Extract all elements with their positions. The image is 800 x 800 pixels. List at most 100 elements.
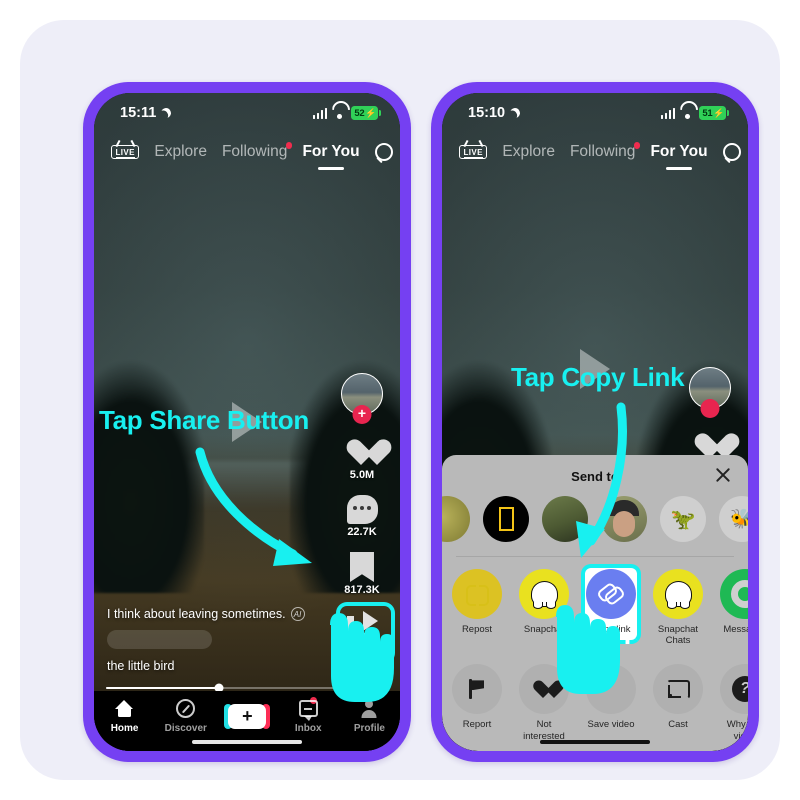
status-time-2: 15:10 (468, 105, 506, 121)
bookmark-icon (349, 552, 374, 582)
comment-button[interactable]: 22.7K (346, 495, 378, 538)
bookmark-count: 817.3K (344, 584, 380, 596)
share-arrow-icon (345, 610, 379, 640)
share-actions-row-1: Repost Snapchat Copy link Snapchat Chats (442, 557, 748, 652)
tree-left (94, 290, 205, 594)
action-repost[interactable]: Repost (450, 569, 504, 646)
live-button[interactable]: LIVE (111, 145, 140, 159)
music-title[interactable]: the little bird (107, 659, 326, 673)
action-save-video[interactable]: Save video (584, 664, 638, 741)
like-count: 5.0M (349, 469, 375, 481)
tab-explore-label-2: Explore (502, 143, 555, 160)
annotation-tap-copy: Tap Copy Link (511, 362, 685, 392)
action-not-interested-label: Not interested (523, 719, 565, 742)
tab-following-label: Following (221, 143, 288, 160)
nav-inbox[interactable]: Inbox (278, 696, 339, 734)
share-button[interactable]: 187.2K (336, 602, 396, 664)
snapchat-ghost-icon (519, 569, 569, 619)
top-nav-2: LIVE Explore Following For You (442, 135, 748, 169)
tab-for-you[interactable]: For You (302, 143, 359, 161)
video-progress-bar[interactable] (106, 683, 388, 693)
nav-profile[interactable]: Profile (339, 699, 400, 734)
messages-ring-icon (720, 569, 748, 619)
contact-avatar-person[interactable] (601, 496, 647, 542)
nav-create[interactable]: + (216, 703, 277, 729)
nav-home[interactable]: Home (94, 699, 155, 734)
search-icon-2[interactable] (722, 142, 743, 162)
compass-icon (176, 699, 196, 719)
action-messages[interactable]: Messages (718, 569, 748, 646)
contact-avatar-dinosaur[interactable]: 🦖 (660, 496, 706, 542)
live-label: LIVE (115, 147, 135, 158)
sheet-title: Send to (571, 469, 619, 484)
inbox-icon (298, 699, 318, 721)
action-report-label: Report (462, 719, 492, 731)
action-why-this-video[interactable]: ? Why this video (718, 664, 748, 742)
tab-following[interactable]: Following (221, 142, 293, 161)
action-cast-label: Cast (668, 719, 688, 731)
create-plus-icon: + (224, 703, 270, 729)
action-snapchat-chats[interactable]: Snapchat Chats (651, 569, 705, 646)
phone-right-screen: 15:10 51 ⚡ LIVE Explore Following For You (442, 93, 748, 751)
action-report[interactable]: Report (450, 664, 504, 741)
link-icon (586, 569, 636, 619)
tab-explore[interactable]: Explore (154, 143, 207, 161)
close-icon[interactable] (714, 466, 732, 484)
nav-inbox-label: Inbox (294, 722, 322, 734)
action-snapchat-label: Snapchat (523, 624, 565, 635)
live-button-2[interactable]: LIVE (459, 145, 488, 159)
like-button[interactable]: 5.0M (346, 437, 378, 481)
action-why-this-video-label: Why this video (726, 719, 748, 742)
contact-avatar-bee[interactable]: 🐝 (719, 496, 748, 542)
tab-explore-2[interactable]: Explore (502, 143, 555, 161)
caption-pill-placeholder (107, 630, 212, 649)
nav-profile-label: Profile (353, 722, 385, 734)
author-avatar-wrap[interactable]: + (341, 373, 383, 424)
heart-icon (346, 437, 378, 467)
caption-area: I think about leaving sometimes. AI the … (107, 607, 326, 673)
nav-discover[interactable]: Discover (155, 699, 216, 734)
share-actions-row-2: Report Not interested Save video Cast Wh… (442, 652, 748, 747)
flag-icon (452, 664, 502, 715)
action-copy-link[interactable]: Copy link (581, 564, 641, 646)
tutorial-card: 15:11 52 ⚡ LIVE Explore Following For You (20, 20, 780, 780)
contact-avatar-nat-geo[interactable] (483, 496, 529, 542)
action-copy-link-label: Copy link (591, 624, 631, 635)
nat-geo-logo (498, 507, 514, 531)
video-caption[interactable]: I think about leaving sometimes. AI (107, 607, 326, 621)
tab-for-you-2[interactable]: For You (650, 143, 707, 161)
battery-indicator-2: 51 ⚡ (699, 106, 729, 120)
follow-plus-button[interactable]: + (352, 405, 372, 424)
tab-for-you-label: For You (302, 143, 360, 160)
home-indicator (192, 739, 302, 744)
action-cast[interactable]: Cast (651, 664, 705, 741)
broken-heart-icon (519, 664, 569, 715)
cellular-bars-icon (312, 107, 328, 119)
notification-dot-2 (633, 142, 641, 149)
comment-count: 22.7K (347, 526, 377, 538)
live-label-2: LIVE (463, 147, 483, 158)
battery-indicator: 52 ⚡ (351, 106, 381, 120)
action-snapchat[interactable]: Snapchat (517, 569, 571, 646)
notification-dot (285, 142, 293, 149)
person-icon (360, 699, 379, 719)
bookmark-button[interactable]: 817.3K (344, 552, 380, 596)
download-icon (586, 664, 636, 715)
tab-for-you-label-2: For You (650, 143, 708, 160)
tab-following-2[interactable]: Following (570, 142, 641, 161)
contact-avatar-1[interactable] (442, 496, 470, 542)
cast-icon (653, 664, 703, 715)
ai-badge-icon: AI (290, 607, 305, 621)
author-avatar-wrap-2[interactable]: Send to (689, 367, 731, 418)
repost-icon (452, 569, 502, 619)
search-icon[interactable] (374, 142, 395, 162)
follow-plus-button-2[interactable]: Send to (700, 399, 720, 418)
home-icon (115, 699, 134, 719)
phone-right: 15:10 51 ⚡ LIVE Explore Following For You (431, 82, 759, 762)
action-not-interested[interactable]: Not interested (517, 664, 571, 742)
comment-icon (346, 495, 378, 524)
share-sheet: Send to 🦖 🐝 Repost Snapchat Copy link Sn… (442, 455, 748, 751)
contact-avatar-nature[interactable] (542, 496, 588, 542)
cellular-bars-icon-2 (660, 107, 676, 119)
progress-fill (106, 686, 219, 689)
